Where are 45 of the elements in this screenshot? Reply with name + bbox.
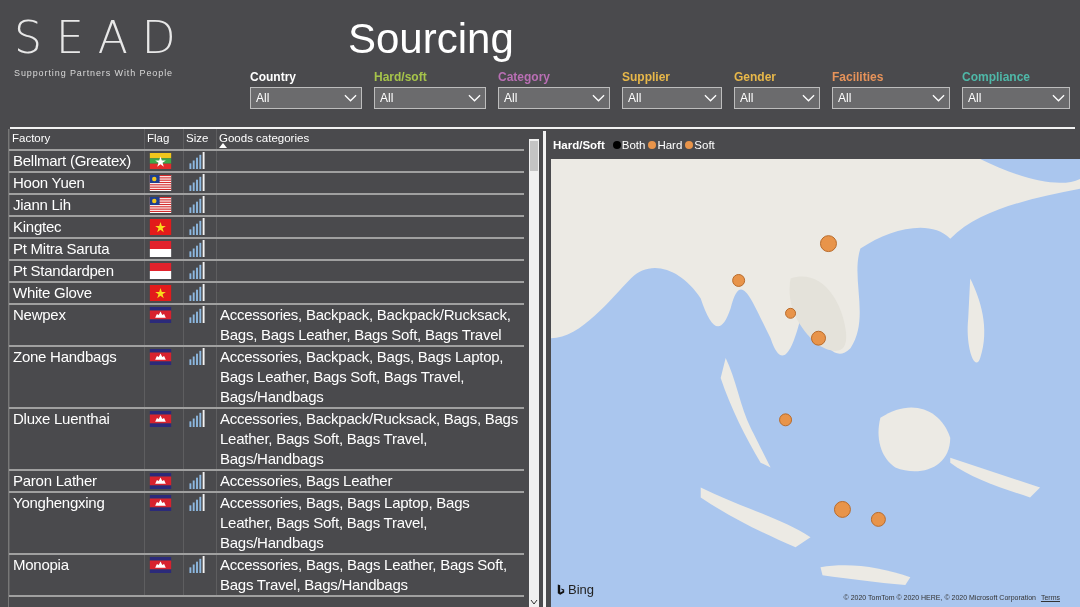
filter-dropdown[interactable]: All	[622, 87, 722, 109]
table-cell: Accessories, Bags Leather	[216, 470, 524, 492]
filter-dropdown[interactable]: All	[962, 87, 1070, 109]
filter-dropdown[interactable]: All	[374, 87, 486, 109]
filter-label: Country	[250, 70, 297, 84]
table-cell: Accessories, Backpack, Backpack/Rucksack, Bags, Bags Leather, Bags Soft, Bags Travel	[216, 304, 524, 346]
logo-tagline: Supporting Partners With People	[14, 68, 174, 78]
table-cell: Pt Mitra Saruta	[9, 238, 145, 260]
table-cell: Monopia	[9, 554, 145, 596]
filter-label: Facilities	[832, 70, 885, 84]
table-cell: Kingtec	[9, 216, 145, 238]
table-cell: Hoon Yuen	[9, 172, 145, 194]
table-cell: Dluxe Luenthai	[9, 408, 145, 470]
filter-label: Compliance	[962, 70, 1031, 84]
legend-title: Hard/Soft	[553, 139, 605, 151]
table-cell: Yonghengxing	[9, 492, 145, 554]
table-cell: Pt Standardpen	[9, 260, 145, 282]
filter-label: Gender	[734, 70, 777, 84]
legend-label: Hard	[657, 139, 683, 151]
table-cell: Zone Handbags	[9, 346, 145, 408]
table-cell: Paron Lather	[9, 470, 145, 492]
filter-label: Supplier	[622, 70, 671, 84]
legend-label: Soft	[694, 139, 715, 151]
page-title: Sourcing	[348, 14, 515, 64]
bing-label: Bing	[568, 582, 595, 597]
filter-label: Category	[498, 70, 551, 84]
column-header[interactable]: Factory	[9, 129, 145, 150]
legend-label: Both	[621, 139, 646, 151]
table-cell: Accessories, Bags, Bags Leather, Bags Soft, Bags Travel, Bags/Handbags	[216, 554, 524, 596]
filter-dropdown[interactable]: All	[832, 87, 950, 109]
column-header[interactable]: Size	[183, 129, 217, 150]
table-cell: White Glove	[9, 282, 145, 304]
column-header[interactable]: Flag	[144, 129, 184, 150]
table-cell: Newpex	[9, 304, 145, 346]
filter-label: Hard/soft	[374, 70, 428, 84]
column-header[interactable]: Goods categories	[216, 129, 524, 150]
table-cell: Bellmart (Greatex)	[9, 150, 145, 172]
filter-dropdown[interactable]: All	[734, 87, 820, 109]
logo: S E A D	[14, 11, 177, 65]
filter-dropdown[interactable]: All	[498, 87, 610, 109]
table-cell: Accessories, Backpack, Bags, Bags Laptop, Bags Leather, Bags Soft, Bags Travel, Bags/Handbags	[216, 346, 524, 408]
table-cell: Accessories, Bags, Bags Laptop, Bags Leather, Bags Soft, Bags Travel, Bags/Handbags	[216, 492, 524, 554]
table-cell: Accessories, Backpack/Rucksack, Bags, Bags Leather, Bags Soft, Bags Travel, Bags/Handbags	[216, 408, 524, 470]
table-cell: Jiann Lih	[9, 194, 145, 216]
filter-dropdown[interactable]: All	[250, 87, 362, 109]
